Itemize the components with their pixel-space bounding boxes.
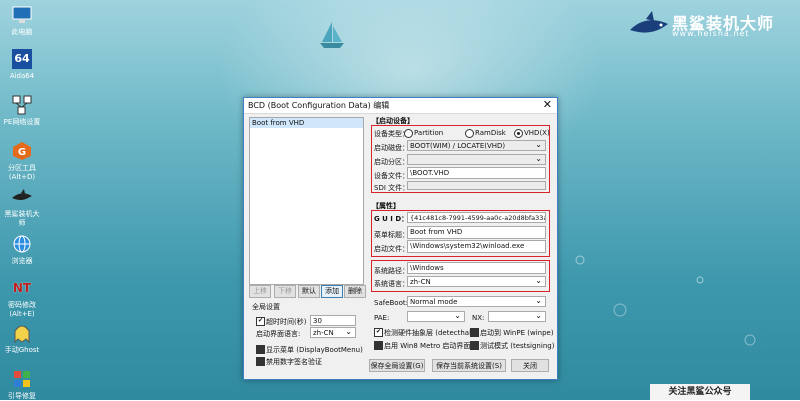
guid-input[interactable]: {41c481c8-7991-4599-aa0c-a20d8bfa33a5}: [407, 212, 546, 223]
detecthal-label: 检测硬件抽象层 (detecthal): [384, 329, 474, 337]
browser-icon: [10, 233, 34, 255]
system-path-input[interactable]: \Windows: [407, 262, 546, 274]
desktop-icon-this-pc[interactable]: 此电脑: [2, 4, 42, 37]
testsigning-checkbox[interactable]: [470, 341, 479, 350]
pae-select[interactable]: [407, 311, 465, 322]
timeout-checkbox[interactable]: [256, 317, 265, 326]
desktop-icon-browser[interactable]: 浏览器: [2, 233, 42, 266]
boot-disk-label: 启动磁盘：: [374, 144, 409, 152]
aida64-icon: 64: [10, 48, 34, 70]
svg-text:G: G: [18, 147, 26, 158]
close-button[interactable]: 关闭: [511, 359, 549, 372]
desktop-icon-partition-tool[interactable]: G 分区工具 (Alt+D): [2, 140, 42, 182]
promo-banner[interactable]: 关注黑鲨公众号: [650, 384, 750, 400]
delete-button[interactable]: 删除: [344, 285, 366, 298]
boot-partition-label: 启动分区：: [374, 158, 409, 166]
system-lang-select[interactable]: zh-CN: [407, 276, 546, 287]
menu-lang-label: 启动界面语言:: [256, 330, 301, 338]
vhd-radio[interactable]: [514, 129, 523, 138]
nx-select[interactable]: [488, 311, 546, 322]
boot-partition-select[interactable]: [407, 154, 546, 165]
partition-tool-icon: G: [10, 140, 34, 162]
system-lang-label: 系统语言：: [374, 280, 409, 288]
sdi-file-input[interactable]: [407, 181, 546, 190]
disable-signature-label: 禁用数字签名验证: [266, 358, 322, 366]
desktop-icon-ghost[interactable]: 手动Ghost: [2, 322, 42, 355]
boot-file-input[interactable]: \Windows\system32\winload.exe: [407, 240, 546, 253]
boot-entry-list[interactable]: Boot from VHD: [249, 117, 364, 285]
global-settings-title: 全局设置: [252, 303, 280, 311]
bubbles-decoration: [575, 255, 756, 346]
ramdisk-radio[interactable]: [465, 129, 474, 138]
winpe-label: 启动到 WinPE (winpe): [480, 329, 554, 337]
computer-icon: [10, 4, 34, 26]
display-menu-checkbox[interactable]: [256, 345, 265, 354]
network-icon: [10, 94, 34, 116]
metro-checkbox[interactable]: [374, 341, 383, 350]
detecthal-checkbox[interactable]: [374, 328, 383, 337]
timeout-label: 超时时间(秒): [266, 318, 307, 326]
system-path-label: 系统路径：: [374, 267, 409, 275]
list-item[interactable]: Boot from VHD: [250, 118, 363, 128]
add-button[interactable]: 添加: [321, 285, 343, 298]
desktop-icon-pe-network[interactable]: PE网络设置: [2, 94, 42, 127]
bcd-editor-window: BCD (Boot Configuration Data) 编辑 ✕ Boot …: [243, 97, 558, 380]
boot-repair-icon: [10, 368, 34, 390]
window-title: BCD (Boot Configuration Data) 编辑: [248, 101, 390, 110]
close-icon[interactable]: ✕: [543, 98, 552, 112]
save-current-button[interactable]: 保存当前系统设置(S): [432, 359, 506, 372]
boot-file-label: 启动文件：: [374, 245, 409, 253]
device-file-input[interactable]: \BOOT.VHD: [407, 167, 546, 179]
safeboot-label: SafeBoot:: [374, 299, 408, 307]
menu-title-label: 菜单标题：: [374, 231, 409, 239]
safeboot-select[interactable]: Normal mode: [407, 296, 546, 307]
partition-radio[interactable]: [404, 129, 413, 138]
metro-label: 启用 Win8 Metro 启动界面: [384, 342, 471, 350]
default-button[interactable]: 默认: [298, 285, 320, 298]
display-menu-label: 显示菜单 (DisplayBootMenu): [266, 346, 363, 354]
menu-lang-select[interactable]: zh-CN: [310, 327, 356, 338]
shark-logo-icon: [630, 11, 668, 33]
title-bar[interactable]: BCD (Boot Configuration Data) 编辑 ✕: [244, 98, 557, 114]
sdi-file-label: SDI 文件：: [374, 184, 410, 192]
device-file-label: 设备文件：: [374, 172, 409, 180]
desktop-icon-aida64[interactable]: 64 Aida64: [2, 48, 42, 81]
move-up-button[interactable]: 上移: [249, 285, 271, 298]
sailboat-illustration: [320, 22, 344, 48]
timeout-input[interactable]: 30: [310, 315, 356, 326]
partition-radio-label: Partition: [414, 129, 444, 137]
move-down-button[interactable]: 下移: [274, 285, 296, 298]
vhd-radio-label: VHD(X): [524, 129, 550, 137]
disable-signature-checkbox[interactable]: [256, 357, 265, 366]
desktop-icon-shark-installer[interactable]: 黑鲨装机大 师: [2, 186, 42, 228]
winpe-checkbox[interactable]: [470, 328, 479, 337]
desktop-icon-password[interactable]: NT 密码修改 (Alt+E): [2, 277, 42, 319]
save-global-button[interactable]: 保存全局设置(G): [369, 359, 425, 372]
boot-disk-select[interactable]: BOOT(WIM) / LOCATE(VHD): [407, 140, 546, 151]
shark-installer-icon: [10, 186, 34, 208]
password-icon: NT: [12, 280, 32, 295]
nx-label: NX:: [472, 314, 485, 322]
testsigning-label: 测试模式 (testsigning): [480, 342, 555, 350]
logo-url: www.heisha.net: [672, 29, 750, 38]
guid-label: G U I D：: [374, 215, 409, 223]
pae-label: PAE:: [374, 314, 390, 322]
menu-title-input[interactable]: Boot from VHD: [407, 226, 546, 239]
desktop-icon-boot-repair[interactable]: 引导修复: [2, 368, 42, 401]
ramdisk-radio-label: RamDisk: [475, 129, 506, 137]
ghost-icon: [10, 322, 34, 344]
